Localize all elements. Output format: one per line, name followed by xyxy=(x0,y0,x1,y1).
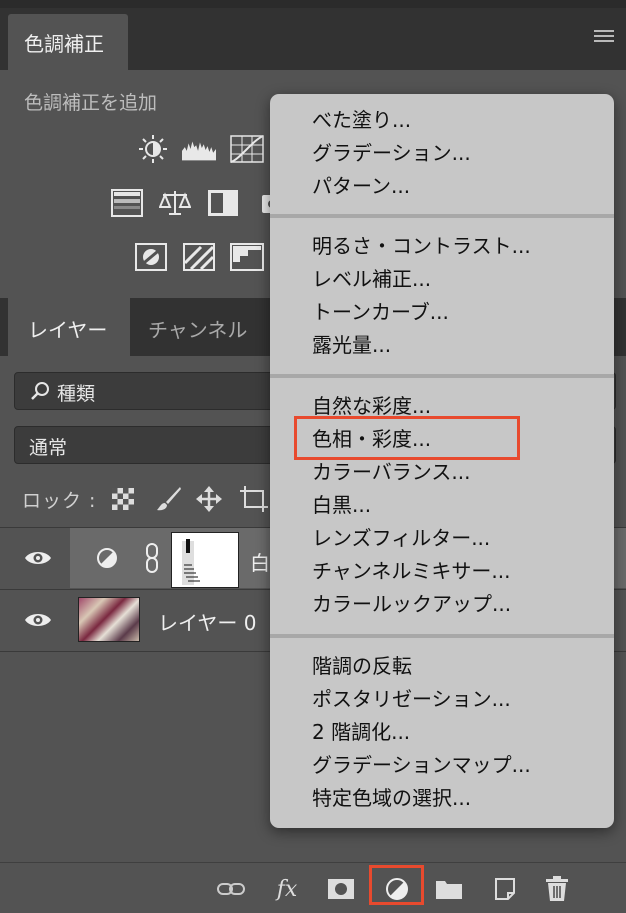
menu-item-photo-filter[interactable]: レンズフィルター... xyxy=(312,524,490,552)
eye-icon[interactable] xyxy=(24,610,52,630)
panel-menu-icon[interactable] xyxy=(594,30,614,44)
menu-separator xyxy=(270,214,614,218)
tab-layers[interactable]: レイヤー xyxy=(8,298,130,356)
layer-filter-label: 種類 xyxy=(57,383,96,405)
tab-adjustments-label: 色調補正 xyxy=(24,32,104,56)
lock-image-pixels-icon[interactable] xyxy=(156,486,182,512)
eye-icon[interactable] xyxy=(24,548,52,568)
menu-item-exposure[interactable]: 露光量... xyxy=(312,331,391,359)
menu-item-brightness-contrast[interactable]: 明るさ・コントラスト... xyxy=(312,232,531,260)
brightness-contrast-icon[interactable] xyxy=(136,134,170,164)
search-icon xyxy=(31,382,49,400)
layer-mask-thumbnail[interactable] xyxy=(171,532,239,588)
levels-icon[interactable] xyxy=(182,134,216,164)
menu-item-gradient-map[interactable]: グラデーションマップ... xyxy=(312,751,531,779)
trash-icon[interactable] xyxy=(542,876,572,902)
top-strip xyxy=(0,0,626,8)
folder-icon[interactable] xyxy=(434,876,464,902)
invert-icon[interactable] xyxy=(134,242,168,272)
layer-name[interactable]: 白 xyxy=(250,547,270,576)
tab-adjustments[interactable]: 色調補正 xyxy=(8,14,128,70)
fx-icon[interactable]: fx xyxy=(272,876,302,902)
lock-artboard-icon[interactable] xyxy=(240,486,268,512)
menu-item-gradient[interactable]: グラデーション... xyxy=(312,139,471,167)
menu-item-channel-mixer[interactable]: チャンネルミキサー... xyxy=(312,557,510,585)
exposure-icon[interactable] xyxy=(110,188,144,218)
menu-item-color-lookup[interactable]: カラールックアップ... xyxy=(312,590,511,618)
menu-item-levels[interactable]: レベル補正... xyxy=(312,265,431,293)
curves-icon[interactable] xyxy=(230,134,264,164)
gradient-map-icon[interactable] xyxy=(182,242,216,272)
new-layer-icon[interactable] xyxy=(490,876,520,902)
layer-name[interactable]: レイヤー 0 xyxy=(158,607,256,636)
menu-item-pattern[interactable]: パターン... xyxy=(312,172,410,200)
adjustment-layer-type-icon xyxy=(97,548,117,568)
layer-thumbnail[interactable] xyxy=(78,597,140,642)
menu-item-threshold[interactable]: 2 階調化... xyxy=(312,718,410,746)
menu-item-black-white[interactable]: 白黒... xyxy=(312,491,371,519)
mask-icon[interactable] xyxy=(326,876,356,902)
menu-item-color-balance[interactable]: カラーバランス... xyxy=(312,458,470,486)
link-icon[interactable] xyxy=(216,876,246,902)
lock-transparent-pixels-icon[interactable] xyxy=(112,488,134,510)
menu-item-posterize[interactable]: ポスタリゼーション... xyxy=(312,685,511,713)
tab-channels[interactable]: チャンネル xyxy=(148,314,247,343)
hue-saturation-highlight xyxy=(294,416,520,460)
menu-item-solid-color[interactable]: べた塗り... xyxy=(312,106,411,134)
chain-link-icon[interactable] xyxy=(144,542,160,574)
blend-mode-value: 通常 xyxy=(29,437,68,459)
menu-item-curves[interactable]: トーンカーブ... xyxy=(312,298,449,326)
color-balance-icon[interactable] xyxy=(158,188,192,218)
posterize-icon[interactable] xyxy=(230,242,264,272)
menu-item-selective-color[interactable]: 特定色域の選択... xyxy=(312,784,471,812)
add-adjustment-label: 色調補正を追加 xyxy=(24,92,158,114)
black-white-icon[interactable] xyxy=(206,188,240,218)
tab-layers-label: レイヤー xyxy=(28,318,108,342)
menu-item-invert[interactable]: 階調の反転 xyxy=(312,652,412,680)
layers-bottom-bar xyxy=(0,862,626,913)
menu-separator xyxy=(270,634,614,638)
menu-separator xyxy=(270,374,614,378)
adjustment-layer-menu: べた塗り... グラデーション... パターン... 明るさ・コントラスト...… xyxy=(270,94,614,828)
lock-position-icon[interactable] xyxy=(196,486,222,512)
adjustment-layer-highlight xyxy=(369,865,424,905)
lock-label: ロック : xyxy=(22,490,97,512)
